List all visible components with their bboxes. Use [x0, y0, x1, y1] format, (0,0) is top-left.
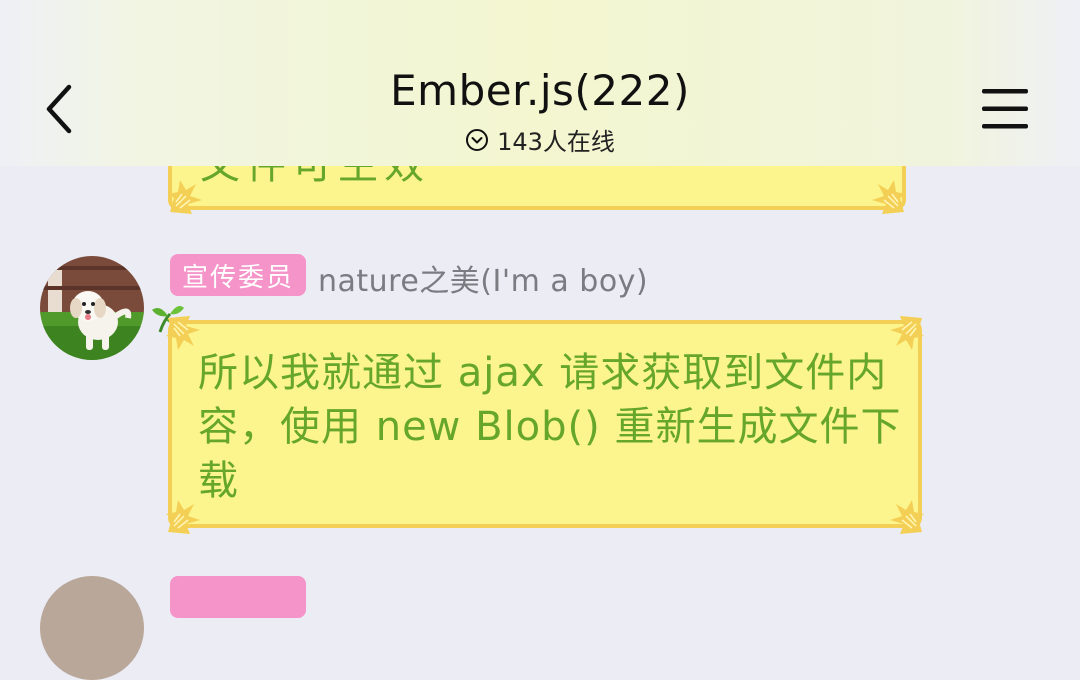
bubble-corner-ornament-icon [166, 316, 200, 350]
bubble-corner-ornament-icon [890, 500, 924, 534]
online-count[interactable]: 143人在线 [0, 122, 1080, 157]
chat-header: Ember.js(222) 143人在线 [0, 0, 1080, 166]
bubble-corner-ornament-icon [872, 180, 906, 214]
avatar[interactable] [40, 256, 144, 360]
role-badge: 宣传委员 [170, 254, 306, 296]
avatar-next[interactable] [40, 576, 144, 680]
online-count-text: 143人在线 [497, 128, 615, 156]
sender-name[interactable]: nature之美(I'm a boy) [318, 256, 648, 300]
role-badge-next [170, 576, 306, 618]
message-text: 所以我就通过 ajax 请求获取到文件内容，使用 new Blob() 重新生成… [198, 350, 902, 504]
bubble-corner-ornament-icon [168, 180, 202, 214]
group-title[interactable]: Ember.js(222) [0, 66, 1080, 115]
circle-chevron-down-icon [466, 128, 489, 151]
menu-button[interactable] [970, 78, 1040, 140]
message-bubble[interactable]: 所以我就通过 ajax 请求获取到文件内容，使用 new Blob() 重新生成… [166, 316, 924, 534]
bubble-corner-ornament-icon [890, 316, 924, 350]
puppy-avatar-icon [40, 256, 144, 360]
hamburger-menu-icon [982, 89, 1028, 129]
bubble-corner-ornament-icon [166, 500, 200, 534]
